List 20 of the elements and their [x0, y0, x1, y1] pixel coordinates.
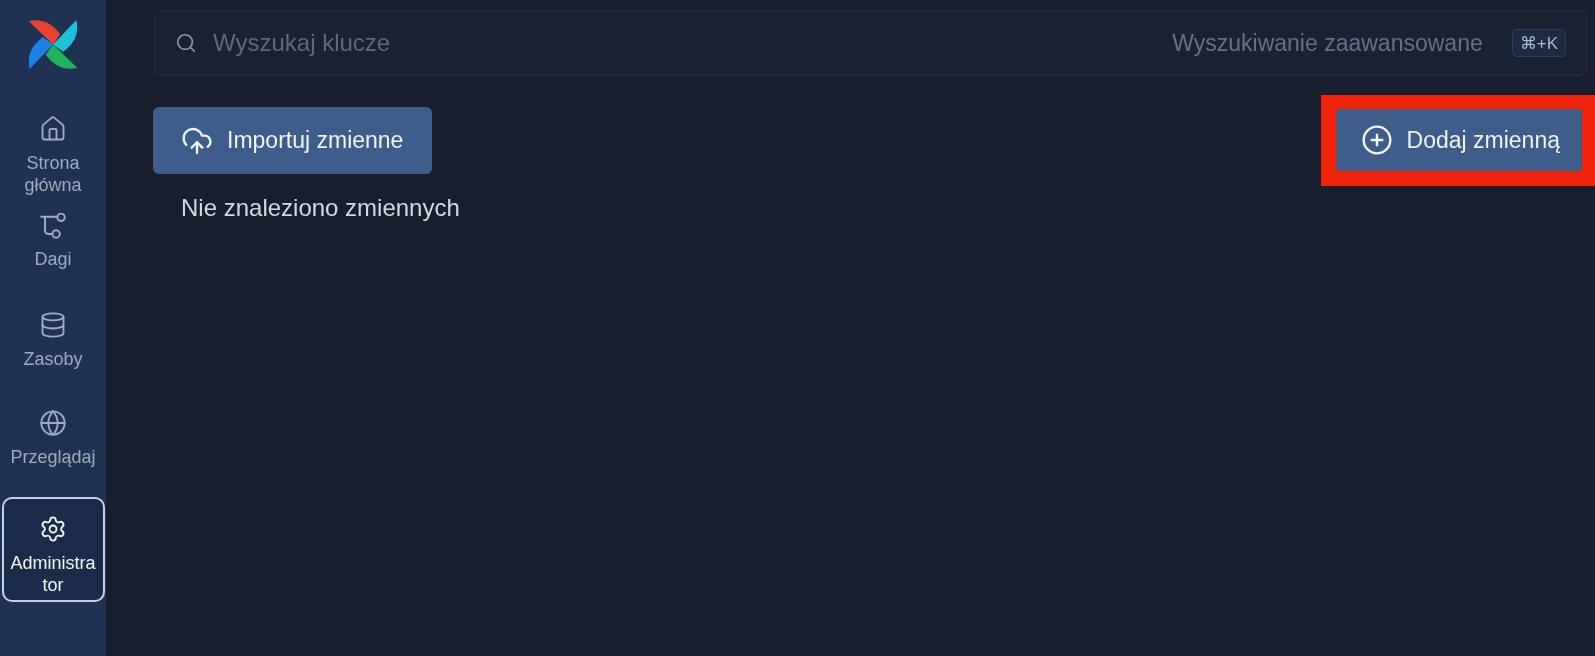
advanced-search-button[interactable]: Wyszukiwanie zaawansowane [1172, 29, 1483, 57]
sidebar-item[interactable]: Przeglądaj [3, 399, 103, 497]
home-icon [39, 115, 67, 143]
branch-icon [40, 213, 66, 239]
pinwheel-logo-icon [26, 17, 80, 72]
settings-icon [39, 515, 67, 543]
search-bar[interactable]: Wyszukaj klucze Wyszukiwanie zaawansowane ⌘+K [154, 10, 1587, 76]
sidebar-item[interactable]: Zasoby [3, 301, 103, 399]
plus-circle-icon [1360, 124, 1393, 156]
search-icon [175, 32, 197, 54]
database-icon [39, 311, 67, 339]
sidebar-item[interactable]: Administrator [1, 497, 105, 602]
search-input[interactable]: Wyszukaj klucze [213, 25, 1157, 61]
globe-icon [39, 409, 67, 437]
empty-message: Nie znaleziono zmiennych [181, 194, 460, 222]
sidebar-item[interactable]: Strona główna [3, 105, 103, 203]
add-button[interactable]: Dodaj zmienną [1335, 109, 1582, 171]
import-button[interactable]: Importuj zmienne [153, 107, 433, 174]
shortcut-key: ⌘+K [1511, 29, 1566, 57]
sidebar-item[interactable]: Dagi [3, 203, 103, 301]
